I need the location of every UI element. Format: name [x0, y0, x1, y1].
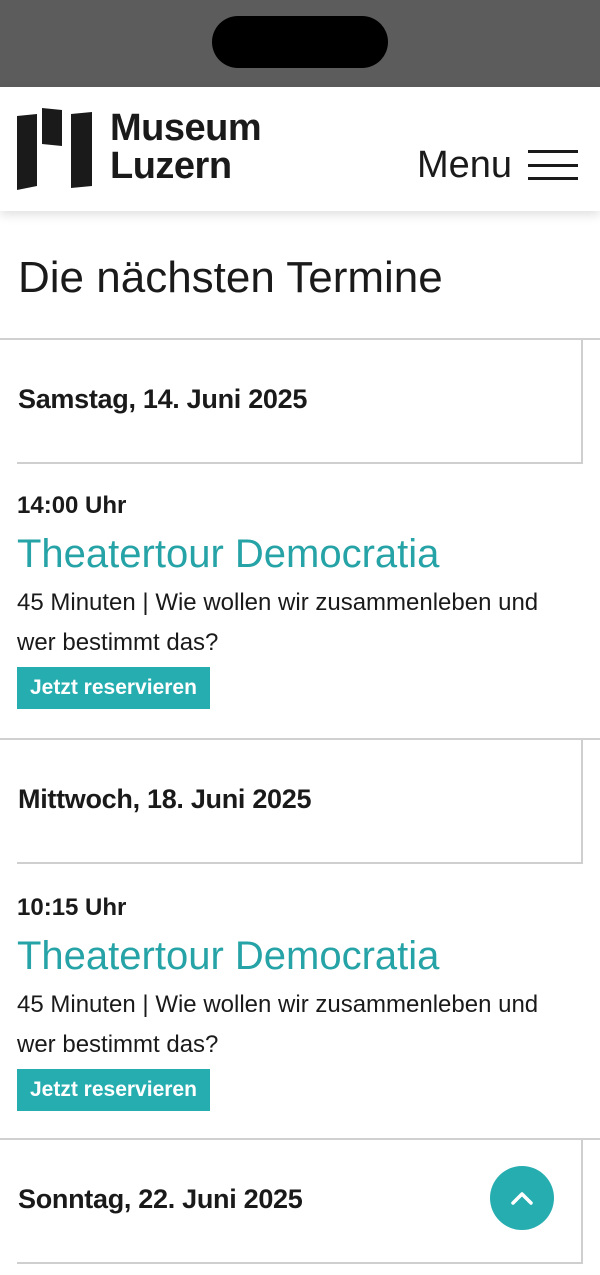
museum-logo-icon[interactable] [17, 108, 93, 190]
event-title-link[interactable]: Theatertour Democratia [17, 529, 583, 579]
event-title-link[interactable]: Theatertour Democratia [17, 931, 583, 981]
logo-wordmark[interactable]: Museum Luzern [110, 107, 262, 187]
camera-notch [212, 16, 388, 68]
menu-button[interactable]: Menu [417, 145, 578, 185]
event-item: 10:15 Uhr Theatertour Democratia 45 Minu… [17, 893, 583, 1111]
date-heading-box: Samstag, 14. Juni 2025 [17, 340, 583, 464]
page-title: Die nächsten Termine [18, 253, 443, 302]
status-bar [0, 0, 600, 87]
logo-line-2: Luzern [110, 145, 232, 187]
logo-line-1: Museum [110, 107, 262, 149]
event-description: 45 Minuten | Wie wollen wir zusammenlebe… [17, 589, 539, 656]
scroll-to-top-button[interactable] [490, 1166, 554, 1230]
event-description: 45 Minuten | Wie wollen wir zusammenlebe… [17, 991, 539, 1058]
site-header: Museum Luzern Menu [0, 87, 600, 211]
date-heading: Mittwoch, 18. Juni 2025 [18, 784, 312, 814]
date-heading: Samstag, 14. Juni 2025 [18, 384, 308, 414]
date-heading: Sonntag, 22. Juni 2025 [18, 1184, 303, 1214]
hamburger-icon [528, 150, 578, 180]
event-time: 10:15 Uhr [17, 894, 127, 921]
menu-label: Menu [416, 144, 512, 186]
date-heading-box: Mittwoch, 18. Juni 2025 [17, 740, 583, 864]
event-time: 14:00 Uhr [17, 492, 127, 519]
chevron-up-icon [511, 1192, 533, 1205]
reserve-button[interactable]: Jetzt reservieren [17, 667, 210, 709]
event-item: 14:00 Uhr Theatertour Democratia 45 Minu… [17, 491, 583, 709]
reserve-button[interactable]: Jetzt reservieren [17, 1069, 210, 1111]
